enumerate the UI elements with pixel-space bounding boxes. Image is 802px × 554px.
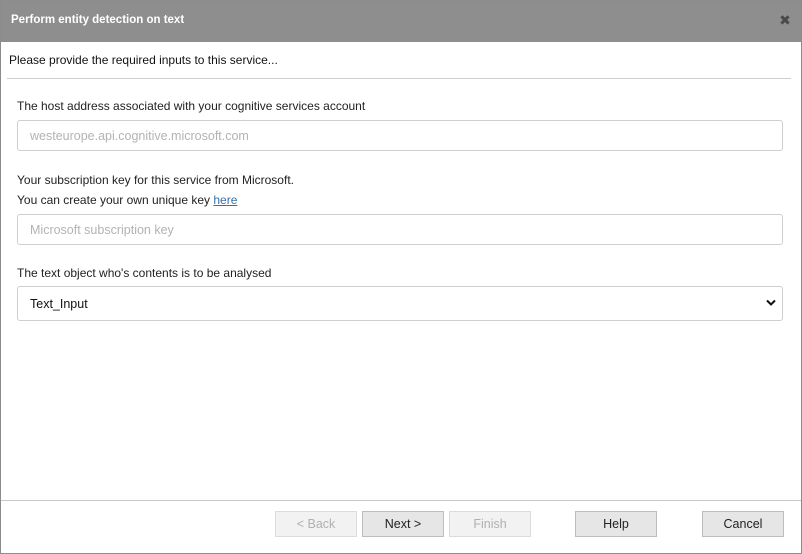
text-object-selected-value: Text_Input: [30, 297, 88, 311]
host-address-label: The host address associated with your co…: [17, 99, 366, 113]
title-bar: Perform entity detection on text ✖: [1, 1, 801, 42]
chevron-down-icon: [766, 299, 776, 306]
dialog-title: Perform entity detection on text: [11, 14, 185, 26]
entity-detection-dialog: Perform entity detection on text ✖ Pleas…: [0, 0, 802, 554]
create-key-link[interactable]: here: [213, 193, 237, 207]
text-object-select[interactable]: Text_Input: [17, 286, 783, 321]
next-button[interactable]: Next >: [362, 511, 444, 537]
close-icon[interactable]: ✖: [777, 11, 793, 29]
text-object-label: The text object who's contents is to be …: [17, 266, 272, 280]
instructions-text: Please provide the required inputs to th…: [9, 53, 278, 67]
subscription-key-hint-text: You can create your own unique key: [17, 193, 214, 207]
subscription-key-input[interactable]: [17, 214, 783, 245]
header-divider: [7, 78, 791, 79]
cancel-button[interactable]: Cancel: [702, 511, 784, 537]
back-button[interactable]: < Back: [275, 511, 357, 537]
help-button[interactable]: Help: [575, 511, 657, 537]
subscription-key-hint: You can create your own unique key here: [17, 193, 237, 207]
finish-button[interactable]: Finish: [449, 511, 531, 537]
host-address-input[interactable]: [17, 120, 783, 151]
footer-divider: [1, 500, 801, 501]
subscription-key-label: Your subscription key for this service f…: [17, 173, 294, 187]
